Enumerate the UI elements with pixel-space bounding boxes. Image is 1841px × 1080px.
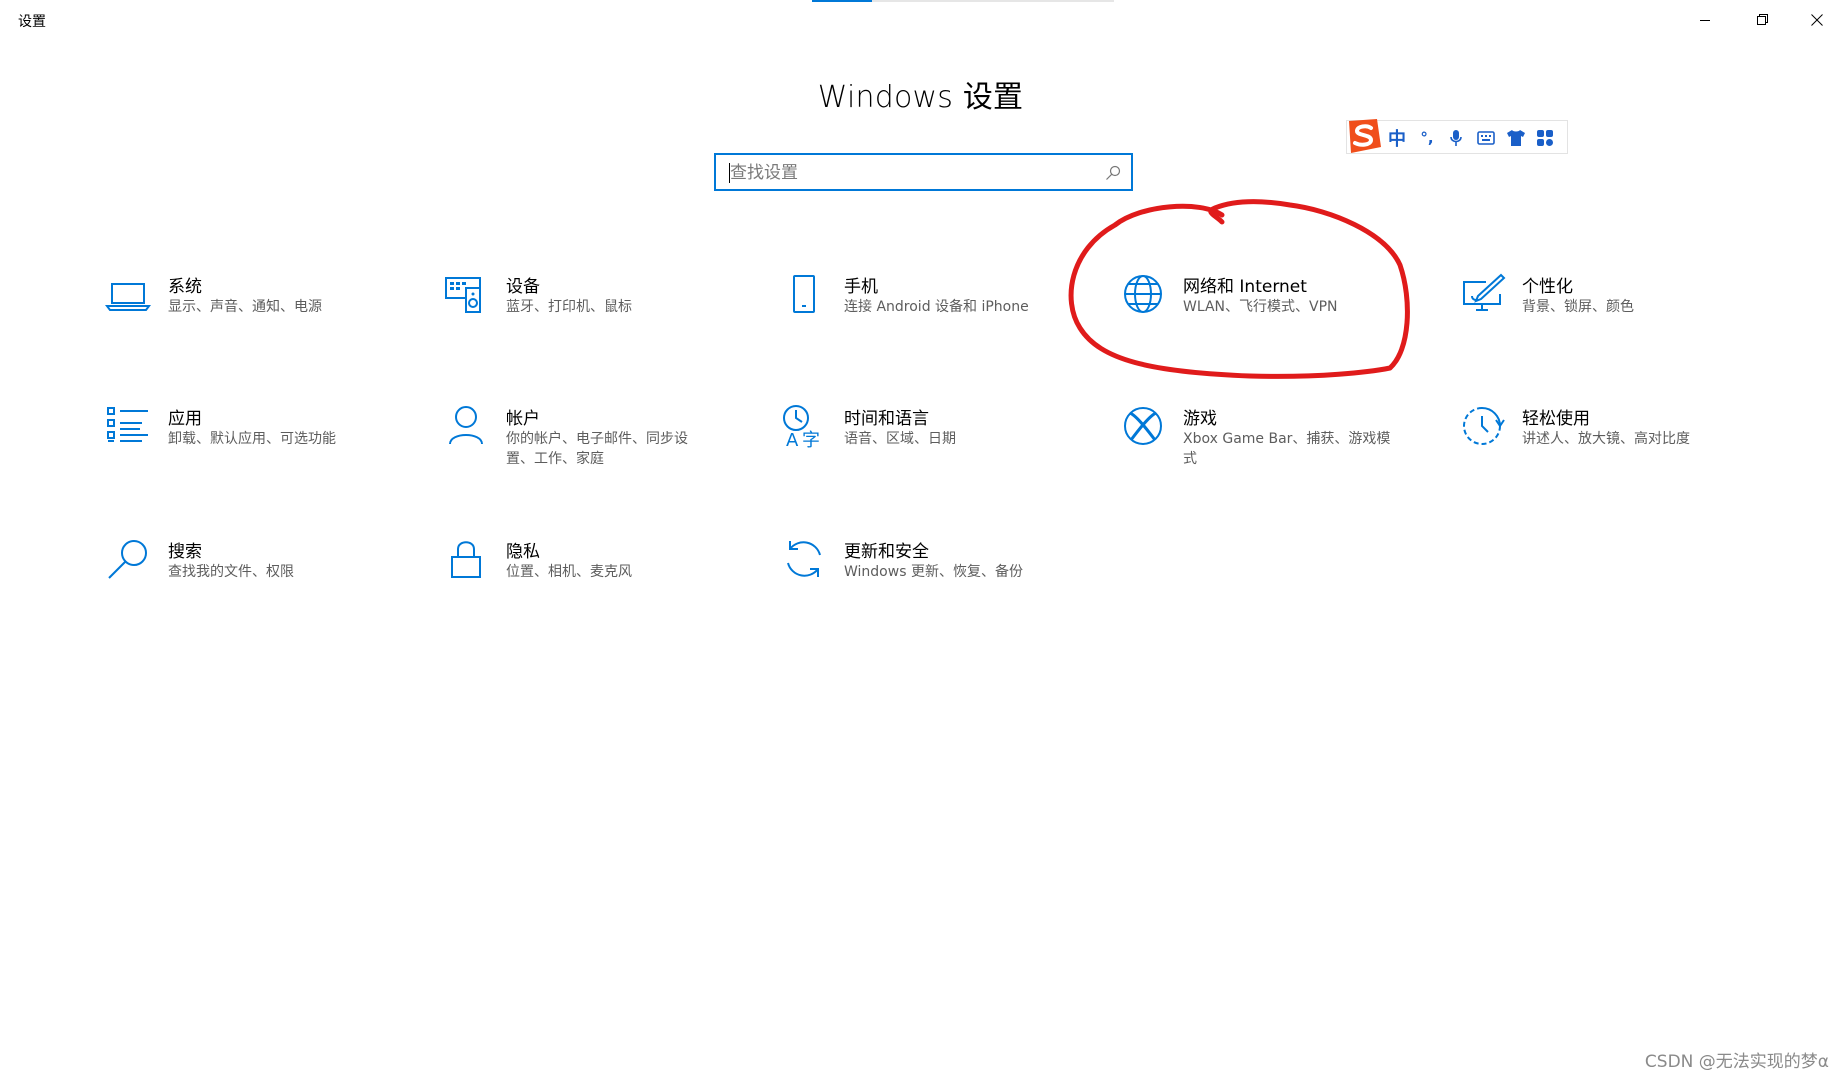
tile-description: Xbox Game Bar、捕获、游戏模式: [1183, 431, 1391, 467]
tile-privacy[interactable]: 隐私 位置、相机、麦克风: [442, 535, 762, 635]
tile-description: 位置、相机、麦克风: [506, 564, 632, 580]
phone-icon: [793, 275, 815, 313]
tile-description: 连接 Android 设备和 iPhone: [844, 299, 1029, 315]
ime-chinese-mode[interactable]: 中: [1385, 127, 1409, 150]
tile-name: 网络和 Internet: [1183, 277, 1307, 297]
tile-name: 手机: [844, 277, 878, 297]
tile-name: 游戏: [1183, 409, 1217, 429]
close-button[interactable]: [1792, 0, 1841, 40]
toolbox-apps-icon[interactable]: [1533, 127, 1557, 149]
search-box[interactable]: [714, 153, 1133, 191]
settings-window: 设置 Windows 设置 查找设置 中 °, 系统 显示、声音、通知、电源 设…: [0, 0, 1841, 1080]
apps-list-icon: [107, 407, 148, 442]
window-title: 设置: [18, 14, 46, 30]
lock-icon: [451, 541, 481, 578]
minimize-icon: [1700, 20, 1710, 21]
xbox-icon: [1124, 407, 1162, 445]
tile-description: 你的帐户、电子邮件、同步设置、工作、家庭: [506, 431, 688, 467]
laptop-icon: [105, 283, 151, 311]
progress-indicator-active: [812, 0, 872, 2]
ime-punctuation[interactable]: °,: [1415, 127, 1439, 149]
tile-description: Windows 更新、恢复、备份: [844, 564, 1023, 580]
tile-accounts[interactable]: 帐户 你的帐户、电子邮件、同步设置、工作、家庭: [442, 402, 762, 502]
title-bar: 设置: [0, 0, 1841, 40]
page-title: Windows 设置: [817, 80, 1024, 115]
tile-name: 应用: [168, 409, 202, 429]
tile-ease-of-access[interactable]: 轻松使用 讲述人、放大镜、高对比度: [1458, 402, 1778, 502]
tile-gaming[interactable]: 游戏 Xbox Game Bar、捕获、游戏模式: [1119, 402, 1439, 502]
microphone-icon[interactable]: [1444, 127, 1468, 149]
tile-name: 隐私: [506, 542, 540, 562]
tile-devices[interactable]: 设备 蓝牙、打印机、鼠标: [442, 270, 762, 370]
sync-icon: [787, 541, 821, 577]
tile-name: 搜索: [168, 542, 202, 562]
watermark: CSDN @无法实现的梦α: [1644, 1052, 1829, 1072]
devices-icon: [445, 277, 481, 313]
tile-phone[interactable]: 手机 连接 Android 设备和 iPhone: [780, 270, 1100, 370]
personalization-icon: [1463, 273, 1506, 311]
progress-indicator: [812, 0, 1114, 2]
tile-network-internet[interactable]: 网络和 Internet WLAN、飞行模式、VPN: [1119, 270, 1439, 370]
skin-shirt-icon[interactable]: [1504, 127, 1528, 149]
tile-description: WLAN、飞行模式、VPN: [1183, 299, 1338, 315]
tile-description: 讲述人、放大镜、高对比度: [1522, 431, 1690, 447]
svg-text:A: A: [786, 430, 799, 450]
search-input[interactable]: [730, 161, 1090, 185]
tile-search[interactable]: 搜索 查找我的文件、权限: [104, 535, 424, 635]
svg-text:字: 字: [802, 430, 820, 450]
restore-button[interactable]: [1734, 0, 1792, 40]
tile-name: 个性化: [1522, 277, 1573, 297]
keyboard-icon[interactable]: [1474, 127, 1498, 149]
time-language-icon: A 字: [783, 405, 820, 450]
search-glass-icon[interactable]: [1105, 165, 1121, 181]
tile-name: 更新和安全: [844, 542, 929, 562]
tile-personalization[interactable]: 个性化 背景、锁屏、颜色: [1458, 270, 1778, 370]
restore-icon: [1757, 14, 1768, 25]
tile-update-security[interactable]: 更新和安全 Windows 更新、恢复、备份: [780, 535, 1100, 635]
tile-description: 卸载、默认应用、可选功能: [168, 431, 336, 447]
tile-name: 设备: [506, 277, 540, 297]
person-icon: [449, 406, 483, 445]
tile-system[interactable]: 系统 显示、声音、通知、电源: [104, 270, 424, 370]
tile-name: 时间和语言: [844, 409, 929, 429]
ease-of-access-icon: [1463, 407, 1505, 445]
tile-description: 显示、声音、通知、电源: [168, 299, 322, 315]
close-icon: [1810, 14, 1823, 26]
ime-toolbar[interactable]: 中 °,: [1343, 117, 1568, 155]
minimize-button[interactable]: [1676, 0, 1734, 40]
tile-description: 查找我的文件、权限: [168, 564, 294, 580]
sogou-logo-icon[interactable]: [1343, 117, 1383, 155]
tile-description: 语音、区域、日期: [844, 431, 956, 447]
tile-name: 帐户: [506, 409, 540, 429]
tile-name: 轻松使用: [1522, 409, 1590, 429]
search-icon: [108, 540, 147, 579]
tile-name: 系统: [168, 277, 202, 297]
tile-time-language[interactable]: A 字 时间和语言 语音、区域、日期: [780, 402, 1100, 502]
tile-description: 蓝牙、打印机、鼠标: [506, 299, 632, 315]
tile-description: 背景、锁屏、颜色: [1522, 299, 1634, 315]
globe-icon: [1124, 275, 1162, 313]
tile-apps[interactable]: 应用 卸载、默认应用、可选功能: [104, 402, 424, 502]
